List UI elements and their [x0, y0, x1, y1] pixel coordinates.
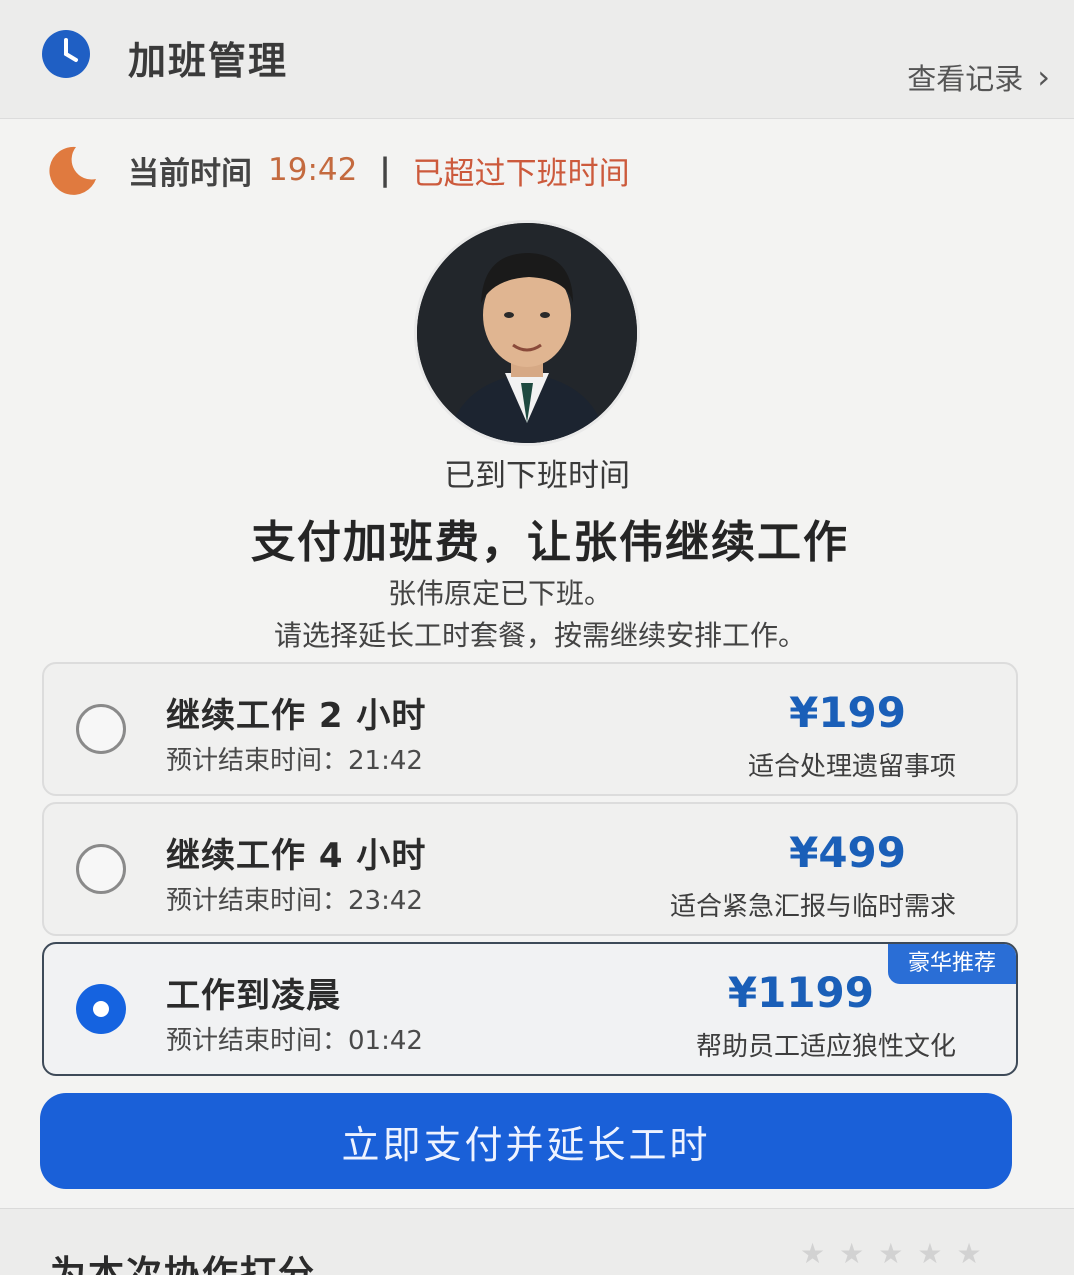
current-time-label: 当前时间	[128, 155, 252, 192]
subtext-line-1: 张伟原定已下班。	[387, 577, 612, 610]
plan-end-time: 预计结束时间：21:42	[166, 746, 423, 776]
rating-stars: ★ ★ ★ ★ ★	[800, 1237, 982, 1270]
rating-section: 为本次协作打分 ★ ★ ★ ★ ★	[0, 1208, 1074, 1275]
plan-price: ¥1199	[727, 968, 874, 1017]
plan-title: 工作到凌晨	[166, 976, 341, 1016]
plan-title: 继续工作 4 小时	[166, 836, 427, 876]
pay-and-extend-button[interactable]: 立即支付并延长工时	[40, 1093, 1012, 1189]
plan-option-until-dawn[interactable]: 工作到凌晨 预计结束时间：01:42 ¥1199 帮助员工适应狼性文化 豪华推荐	[42, 942, 1018, 1076]
rating-heading: 为本次协作打分	[50, 1254, 317, 1275]
moon-icon	[49, 146, 96, 195]
app-header: 加班管理 查看记录 ›	[0, 0, 1074, 118]
star-icon[interactable]: ★	[956, 1237, 981, 1270]
offwork-notice: 已到下班时间	[444, 458, 630, 494]
chevron-right-icon: ›	[1037, 58, 1050, 96]
plan-radio-selected[interactable]	[76, 984, 126, 1034]
plan-radio[interactable]	[76, 704, 126, 754]
employee-avatar	[414, 220, 640, 446]
plan-end-time: 预计结束时间：23:42	[166, 886, 423, 916]
app-title: 加班管理	[128, 39, 289, 83]
plan-title: 继续工作 2 小时	[166, 696, 427, 736]
avatar-portrait-icon	[417, 223, 637, 443]
star-icon[interactable]: ★	[839, 1237, 864, 1270]
star-icon[interactable]: ★	[878, 1237, 903, 1270]
plan-price: ¥199	[789, 688, 906, 737]
star-icon[interactable]: ★	[917, 1237, 942, 1270]
plan-description: 适合处理遗留事项	[747, 752, 956, 782]
status-row: 当前时间 19:42 | 已超过下班时间	[46, 140, 630, 200]
recommended-badge: 豪华推荐	[888, 944, 1016, 984]
plan-radio[interactable]	[76, 844, 126, 894]
subtext-line-2: 请选择延长工时套餐，按需继续安排工作。	[273, 619, 806, 652]
star-icon[interactable]: ★	[800, 1237, 825, 1270]
view-records-link[interactable]: 查看记录 ›	[907, 56, 1050, 98]
page-heading: 支付加班费，让张伟继续工作	[251, 517, 849, 568]
plan-description: 帮助员工适应狼性文化	[695, 1032, 956, 1062]
view-records-label: 查看记录	[907, 62, 1024, 96]
plan-option-4h[interactable]: 继续工作 4 小时 预计结束时间：23:42 ¥499 适合紧急汇报与临时需求	[42, 802, 1018, 936]
plan-price: ¥499	[789, 828, 906, 877]
overtime-warning: 已超过下班时间	[412, 155, 630, 192]
plan-option-2h[interactable]: 继续工作 2 小时 预计结束时间：21:42 ¥199 适合处理遗留事项	[42, 662, 1018, 796]
plan-end-time: 预计结束时间：01:42	[166, 1026, 423, 1056]
status-separator: |	[379, 152, 391, 188]
clock-icon	[42, 30, 90, 78]
current-time-value: 19:42	[268, 152, 358, 188]
plan-description: 适合紧急汇报与临时需求	[669, 892, 956, 922]
